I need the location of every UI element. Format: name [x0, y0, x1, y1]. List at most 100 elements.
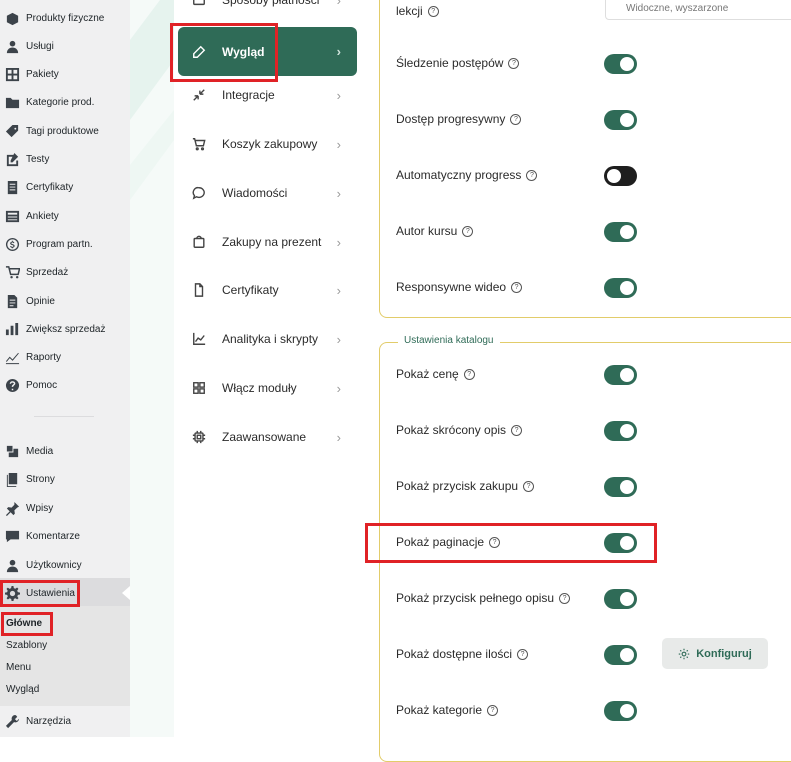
nav-item-label: Sposoby płatności	[222, 0, 320, 7]
nav-item-integracje[interactable]: Integracje ›	[178, 75, 357, 115]
toggle-pokaz-przycisk-pelnego-opisu[interactable]	[604, 589, 637, 609]
help-icon[interactable]: ?	[463, 368, 475, 380]
nav-item-wyglad[interactable]: Wygląd ›	[178, 27, 357, 76]
sidebar-item-uzytkownicy[interactable]: Użytkownicy	[0, 552, 130, 578]
nav-item-label: Wygląd	[222, 44, 265, 59]
toggle-pokaz-skrocony-opis[interactable]	[604, 421, 637, 441]
nav-item-wlacz-moduly[interactable]: Włącz moduły ›	[178, 368, 357, 408]
toggle-autor-kursu[interactable]	[604, 222, 637, 242]
settings-submenu-wyglad[interactable]: Wygląd	[0, 680, 130, 700]
sidebar-item-label: Media	[26, 445, 54, 457]
nav-item-zaawansowane[interactable]: Zaawansowane ›	[178, 417, 357, 457]
sidebar-item-raporty[interactable]: Raporty	[0, 344, 130, 370]
analytics-icon	[190, 330, 208, 348]
chevron-right-icon: ›	[336, 234, 341, 250]
nav-item-label: Zaawansowane	[222, 430, 307, 444]
help-icon[interactable]: ?	[510, 113, 522, 125]
wrench-icon	[4, 713, 20, 729]
settings-submenu-glowne[interactable]: Główne	[0, 614, 130, 634]
help-icon[interactable]: ?	[517, 648, 529, 660]
setting-row-pokaz-przycisk-pelnego-opisu: Pokaż przycisk pełnego opisu?	[396, 591, 571, 605]
setting-label: Pokaż skrócony opis	[396, 423, 507, 437]
help-icon[interactable]: ?	[487, 704, 499, 716]
sidebar-item-produkty-fizyczne[interactable]: Produkty fizyczne	[0, 5, 130, 31]
chevron-right-icon: ›	[336, 136, 341, 152]
chip-icon	[190, 428, 208, 446]
comment-icon	[4, 528, 20, 544]
chevron-right-icon: ›	[336, 429, 341, 445]
setting-label: Responsywne wideo	[396, 280, 507, 294]
help-icon[interactable]: ?	[511, 281, 523, 293]
toggle-responsywne-wideo[interactable]	[604, 278, 637, 298]
sidebar-item-wpisy[interactable]: Wpisy	[0, 495, 130, 521]
sidebar-item-label: Produkty fizyczne	[26, 12, 105, 24]
toggle-pokaz-przycisk-zakupu[interactable]	[604, 477, 637, 497]
pin-icon	[4, 500, 20, 516]
sidebar-item-strony[interactable]: Strony	[0, 466, 130, 492]
user-icon	[4, 38, 20, 54]
toggle-pokaz-paginacje[interactable]	[604, 533, 637, 553]
toggle-knob	[620, 225, 634, 239]
sidebar-item-uslugi[interactable]: Usługi	[0, 33, 130, 59]
sidebar-item-opinie[interactable]: Opinie	[0, 288, 130, 314]
nav-item-analityka-i-skrypty[interactable]: Analityka i skrypty ›	[178, 319, 357, 359]
sidebar-item-ankiety[interactable]: Ankiety	[0, 203, 130, 229]
help-icon[interactable]: ?	[526, 169, 538, 181]
help-icon[interactable]: ?	[511, 424, 523, 436]
toggle-knob	[620, 57, 634, 71]
nav-item-zakupy-na-prezent[interactable]: Zakupy na prezent ›	[178, 222, 357, 262]
toggle-pokaz-kategorie[interactable]	[604, 701, 637, 721]
settings-submenu-menu[interactable]: Menu	[0, 658, 130, 678]
help-icon[interactable]: ?	[462, 225, 474, 237]
help-icon[interactable]: ?	[489, 536, 501, 548]
sidebar-item-pomoc[interactable]: Pomoc	[0, 372, 130, 398]
sidebar-item-label: Certyfikaty	[26, 181, 74, 193]
plugin-settings-nav: Sposoby płatności › Wygląd › Integracje › Kosz…	[174, 0, 364, 737]
help-icon[interactable]: ?	[559, 592, 571, 604]
sidebar-item-kategorie-prod[interactable]: Kategorie prod.	[0, 89, 130, 115]
nav-item-label: Wiadomości	[222, 186, 288, 200]
setting-label: Pokaż przycisk zakupu	[396, 479, 519, 493]
chevron-right-icon: ›	[336, 331, 341, 347]
sidebar-item-zwieksz-sprzedaz[interactable]: Zwiększ sprzedaż	[0, 316, 130, 342]
setting-label: Autor kursu	[396, 224, 458, 238]
sidebar-item-narzedzia[interactable]: Narzędzia	[0, 708, 130, 734]
sidebar-item-testy[interactable]: Testy	[0, 146, 130, 172]
cart-icon	[190, 135, 208, 153]
sidebar-item-pakiety[interactable]: Pakiety	[0, 61, 130, 87]
sidebar-item-label: Użytkownicy	[26, 559, 82, 571]
nav-item-wiadomosci[interactable]: Wiadomości ›	[178, 173, 357, 213]
toggle-automatyczny-progress[interactable]	[604, 166, 637, 186]
sidebar-item-tagi-produktowe[interactable]: Tagi produktowe	[0, 118, 130, 144]
sidebar-item-komentarze[interactable]: Komentarze	[0, 523, 130, 549]
nav-item-sposoby-platnosci[interactable]: Sposoby płatności ›	[178, 0, 357, 20]
toggle-dostep-progresywny[interactable]	[604, 110, 637, 130]
settings-submenu-szablony[interactable]: Szablony	[0, 636, 130, 656]
sidebar-item-ustawienia[interactable]: Ustawienia	[0, 580, 130, 606]
setting-label: Dostęp progresywny	[396, 112, 506, 126]
sidebar-item-media[interactable]: Media	[0, 438, 130, 464]
payment-icon	[190, 0, 208, 9]
sidebar-item-label: Sprzedaż	[26, 266, 69, 278]
sidebar-item-label: Kategorie prod.	[26, 96, 95, 108]
help-icon[interactable]: ?	[427, 5, 439, 17]
sidebar-item-label: Narzędzia	[26, 715, 72, 727]
help-icon[interactable]: ?	[508, 57, 520, 69]
setting-label: Śledzenie postępów	[396, 56, 504, 70]
setting-row-pokaz-cene: Pokaż cenę?	[396, 367, 475, 381]
setting-row-pokaz-skrocony-opis: Pokaż skrócony opis?	[396, 423, 523, 437]
gear-icon	[4, 585, 20, 601]
nav-item-certyfikaty[interactable]: Certyfikaty ›	[178, 270, 357, 310]
sidebar-item-certyfikaty[interactable]: Certyfikaty	[0, 174, 130, 200]
help-icon[interactable]: ?	[523, 480, 535, 492]
sidebar-item-program-partn[interactable]: Program partn.	[0, 231, 130, 257]
toggle-sledzenie-postepow[interactable]	[604, 54, 637, 74]
lesson-visibility-select[interactable]: Widoczne, wyszarzone	[605, 0, 791, 20]
sidebar-item-sprzedaz[interactable]: Sprzedaż	[0, 259, 130, 285]
toggle-pokaz-cene[interactable]	[604, 365, 637, 385]
nav-item-koszyk-zakupowy[interactable]: Koszyk zakupowy ›	[178, 124, 357, 164]
sidebar-item-label: Usługi	[26, 40, 54, 52]
toggle-pokaz-dostepne-ilosci[interactable]	[604, 645, 637, 665]
configure-button[interactable]: Konfiguruj	[662, 638, 768, 669]
toggle-knob	[620, 424, 634, 438]
